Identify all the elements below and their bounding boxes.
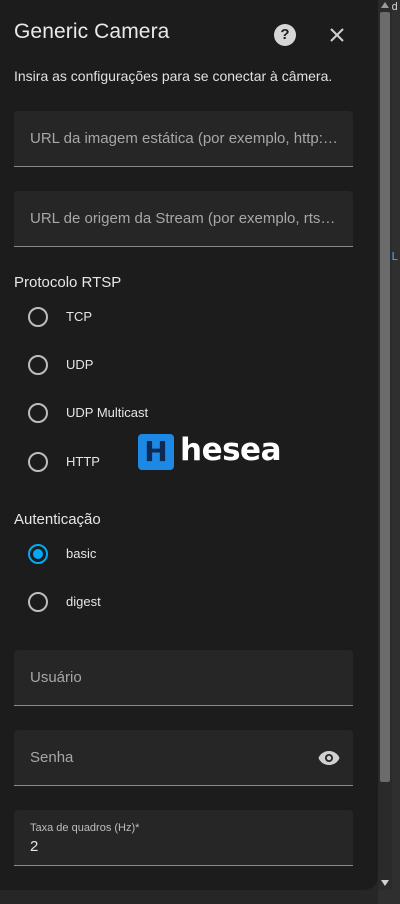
framerate-field[interactable]: Taxa de quadros (Hz)* 2 [14, 810, 353, 866]
help-icon[interactable]: ? [274, 24, 296, 46]
username-placeholder: Usuário [30, 669, 82, 686]
radio-label: UDP Multicast [66, 405, 149, 420]
stream-source-placeholder: URL de origem da Stream (por exemplo, rt… [30, 210, 339, 227]
password-placeholder: Senha [30, 749, 74, 766]
radio-option-digest[interactable]: digest [28, 592, 328, 614]
stream-source-field[interactable]: URL de origem da Stream (por exemplo, rt… [14, 191, 353, 247]
radio-label: basic [66, 546, 97, 561]
eye-icon[interactable] [317, 746, 341, 770]
radio-button[interactable] [28, 307, 48, 327]
radio-button[interactable] [28, 403, 48, 423]
dialog-description: Insira as configurações para se conectar… [14, 68, 333, 84]
radio-option-udp[interactable]: UDP [28, 355, 328, 377]
radio-button[interactable] [28, 355, 48, 375]
scrollbar-thumb[interactable] [380, 12, 390, 782]
authentication-label: Autenticação [14, 511, 101, 528]
still-image-url-placeholder: URL da imagem estática (por exemplo, htt… [30, 130, 339, 147]
radio-button-checked[interactable] [28, 544, 48, 564]
framerate-value: 2 [30, 838, 39, 855]
dialog-scrollbar[interactable] [378, 0, 392, 890]
radio-label: UDP [66, 357, 94, 372]
radio-label: digest [66, 594, 101, 609]
camera-config-dialog: Generic Camera ? Insira as configurações… [0, 0, 378, 890]
framerate-label: Taxa de quadros (Hz)* [30, 822, 140, 834]
still-image-url-field[interactable]: URL da imagem estática (por exemplo, htt… [14, 111, 353, 167]
radio-button[interactable] [28, 592, 48, 612]
radio-label: HTTP [66, 454, 100, 469]
username-field[interactable]: Usuário [14, 650, 353, 706]
radio-option-tcp[interactable]: TCP [28, 307, 328, 329]
dialog-title: Generic Camera [14, 20, 170, 43]
watermark-logo: H hesea [138, 432, 282, 470]
close-icon[interactable] [324, 22, 350, 48]
radio-button[interactable] [28, 452, 48, 472]
scroll-up-arrow-icon[interactable] [381, 2, 389, 8]
watermark-text: hesea [180, 432, 282, 468]
radio-option-udp-multicast[interactable]: UDP Multicast [28, 403, 328, 425]
watermark-badge: H [138, 434, 174, 470]
scroll-down-arrow-icon[interactable] [381, 880, 389, 886]
background-link[interactable]: L [391, 250, 398, 263]
password-field[interactable]: Senha [14, 730, 353, 786]
radio-option-basic[interactable]: basic [28, 544, 328, 566]
rtsp-protocol-label: Protocolo RTSP [14, 274, 122, 291]
radio-label: TCP [66, 309, 92, 324]
